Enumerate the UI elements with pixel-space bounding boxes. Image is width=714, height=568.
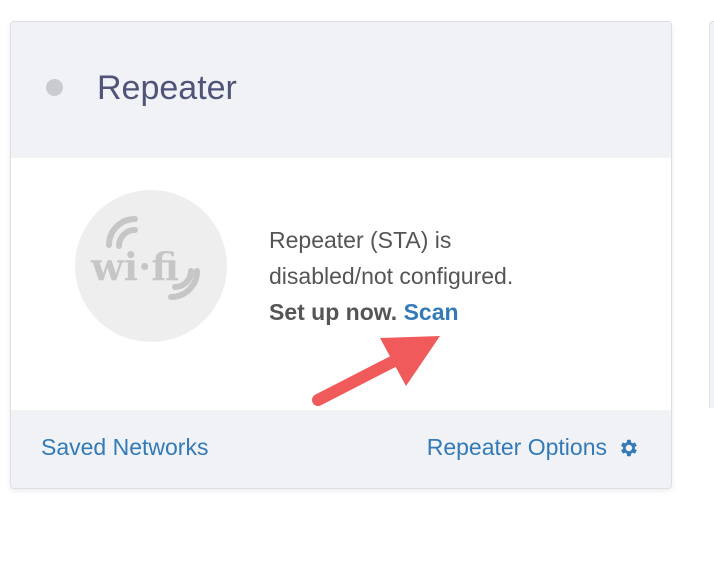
card-header: Repeater <box>11 22 671 158</box>
card-footer: Saved Networks Repeater Options <box>11 410 671 488</box>
saved-networks-link[interactable]: Saved Networks <box>41 432 208 462</box>
wifi-icon: wi·fi <box>75 190 227 342</box>
status-line-1: Repeater (STA) is <box>269 227 452 253</box>
status-indicator <box>46 79 63 96</box>
repeater-status-text: Repeater (STA) is disabled/not configure… <box>269 222 599 330</box>
adjacent-card-edge <box>709 21 714 408</box>
repeater-options-label: Repeater Options <box>426 434 607 460</box>
gear-icon <box>617 436 639 458</box>
card-title: Repeater <box>97 69 237 107</box>
status-line-2: disabled/not configured. <box>269 263 514 289</box>
svg-text:wi·fi: wi·fi <box>90 244 179 289</box>
repeater-card: Repeater wi·fi Repeater (STA) is disable… <box>10 21 672 489</box>
red-arrow-icon <box>312 336 440 406</box>
repeater-options-link[interactable]: Repeater Options <box>427 432 639 462</box>
page: Repeater wi·fi Repeater (STA) is disable… <box>0 0 714 568</box>
